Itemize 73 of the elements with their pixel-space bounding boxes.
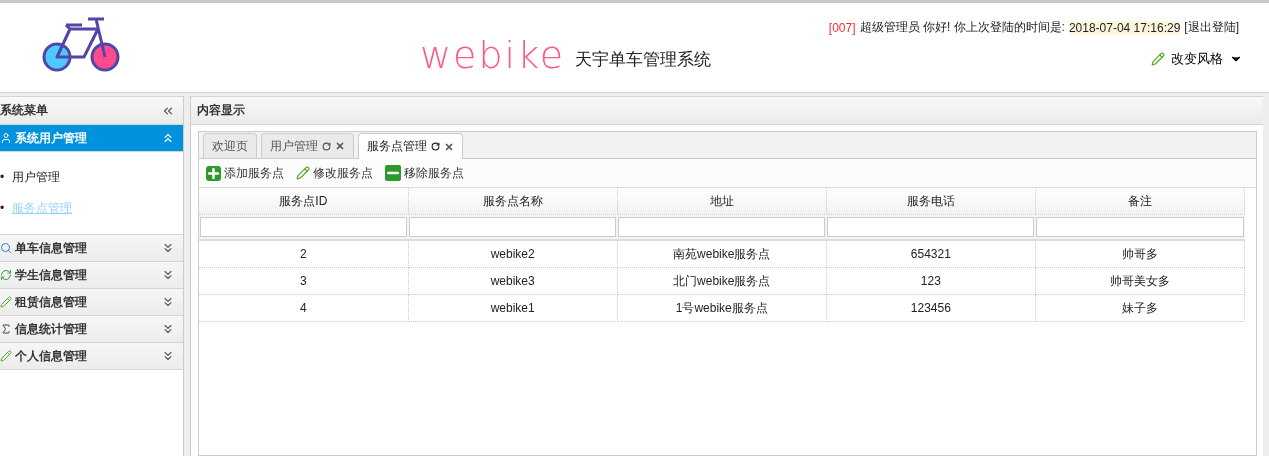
tab[interactable]: 服务点管理 (358, 133, 463, 159)
menu-item[interactable]: 用户管理 (12, 162, 61, 193)
content-title: 内容显示 (197, 102, 245, 119)
menu-group-label: 单车信息管理 (15, 239, 87, 257)
last-login-time: 2018-07-04 17:16:29 (1068, 20, 1181, 35)
column-header: 备注 (1035, 188, 1245, 215)
remove-icon (385, 165, 401, 181)
table-cell: 123456 (826, 294, 1036, 322)
logout-link[interactable]: [退出登陆] (1184, 19, 1239, 36)
menu-group-label: 租赁信息管理 (15, 293, 87, 311)
sigma-icon (0, 323, 12, 335)
table-cell: 北门webike服务点 (617, 267, 827, 295)
remove-button[interactable]: 移除服务点 (385, 164, 464, 182)
chevron-down-icon (161, 241, 175, 255)
user-code: [007] (828, 20, 856, 35)
table-cell: 3 (199, 267, 409, 295)
table-cell: 帅哥美女多 (1035, 267, 1245, 295)
menu-group[interactable]: 租赁信息管理 (0, 289, 183, 316)
pencil-icon (1151, 52, 1165, 66)
table-cell: 1号webike服务点 (617, 294, 827, 322)
tab[interactable]: 用户管理 (261, 133, 354, 158)
table-cell: 帅哥多 (1035, 240, 1245, 268)
menu-group-label: 信息统计管理 (15, 320, 87, 338)
menu-group-label: 系统用户管理 (15, 129, 87, 147)
filter-field[interactable] (1036, 217, 1244, 237)
column-header: 地址 (617, 188, 827, 215)
chevron-up-icon (161, 131, 175, 145)
menu-title: 系统菜单 (0, 102, 48, 119)
filter-field[interactable] (827, 217, 1035, 237)
pencil-icon (296, 166, 310, 180)
pencil-icon (0, 350, 12, 362)
menu-group[interactable]: 个人信息管理 (0, 343, 183, 370)
menu-group[interactable]: 单车信息管理 (0, 235, 183, 262)
bullet: • (0, 169, 5, 186)
logo-subtitle: 天宇单车管理系统 (575, 48, 712, 71)
edit-button[interactable]: 修改服务点 (296, 164, 373, 182)
logo-text: webike (420, 32, 566, 77)
user-icon (0, 132, 12, 144)
chevron-down-icon (161, 349, 175, 363)
search-icon (0, 242, 12, 254)
column-header: 服务电话 (826, 188, 1036, 215)
menu-group-label: 个人信息管理 (15, 347, 87, 365)
add-icon (206, 165, 221, 181)
theme-button[interactable]: 改变风格 (1151, 50, 1243, 68)
filter-field[interactable] (618, 217, 826, 237)
close-icon[interactable] (444, 141, 454, 152)
pencil-icon (0, 296, 12, 308)
table-cell: 南苑webike服务点 (617, 240, 827, 268)
refresh-icon[interactable] (431, 142, 440, 151)
bullet: • (0, 200, 5, 217)
table-cell: 654321 (826, 240, 1036, 268)
table-cell: webike1 (408, 294, 618, 322)
table-cell: 4 (199, 294, 409, 322)
add-button[interactable]: 添加服务点 (206, 164, 284, 182)
close-icon[interactable] (335, 141, 345, 151)
table-cell: webike2 (408, 240, 618, 268)
column-header: 服务点名称 (408, 188, 618, 215)
filter-field[interactable] (200, 217, 408, 237)
tab[interactable]: 欢迎页 (203, 133, 257, 158)
table-cell: 123 (826, 267, 1036, 295)
menu-group[interactable]: 学生信息管理 (0, 262, 183, 289)
chevron-down-icon (161, 268, 175, 282)
chevron-down-icon (161, 295, 175, 309)
table-cell: webike3 (408, 267, 618, 295)
menu-group[interactable]: 信息统计管理 (0, 316, 183, 343)
filter-field[interactable] (409, 217, 617, 237)
greeting-text: 超级管理员 你好! 你上次登陆的时间是: (859, 19, 1065, 36)
column-header: 服务点ID (199, 188, 409, 215)
menu-group-label: 学生信息管理 (15, 266, 87, 284)
table-cell: 妹子多 (1035, 294, 1245, 322)
refresh-icon (0, 269, 12, 281)
table-cell: 2 (199, 240, 409, 268)
chevron-down-icon (161, 322, 175, 336)
